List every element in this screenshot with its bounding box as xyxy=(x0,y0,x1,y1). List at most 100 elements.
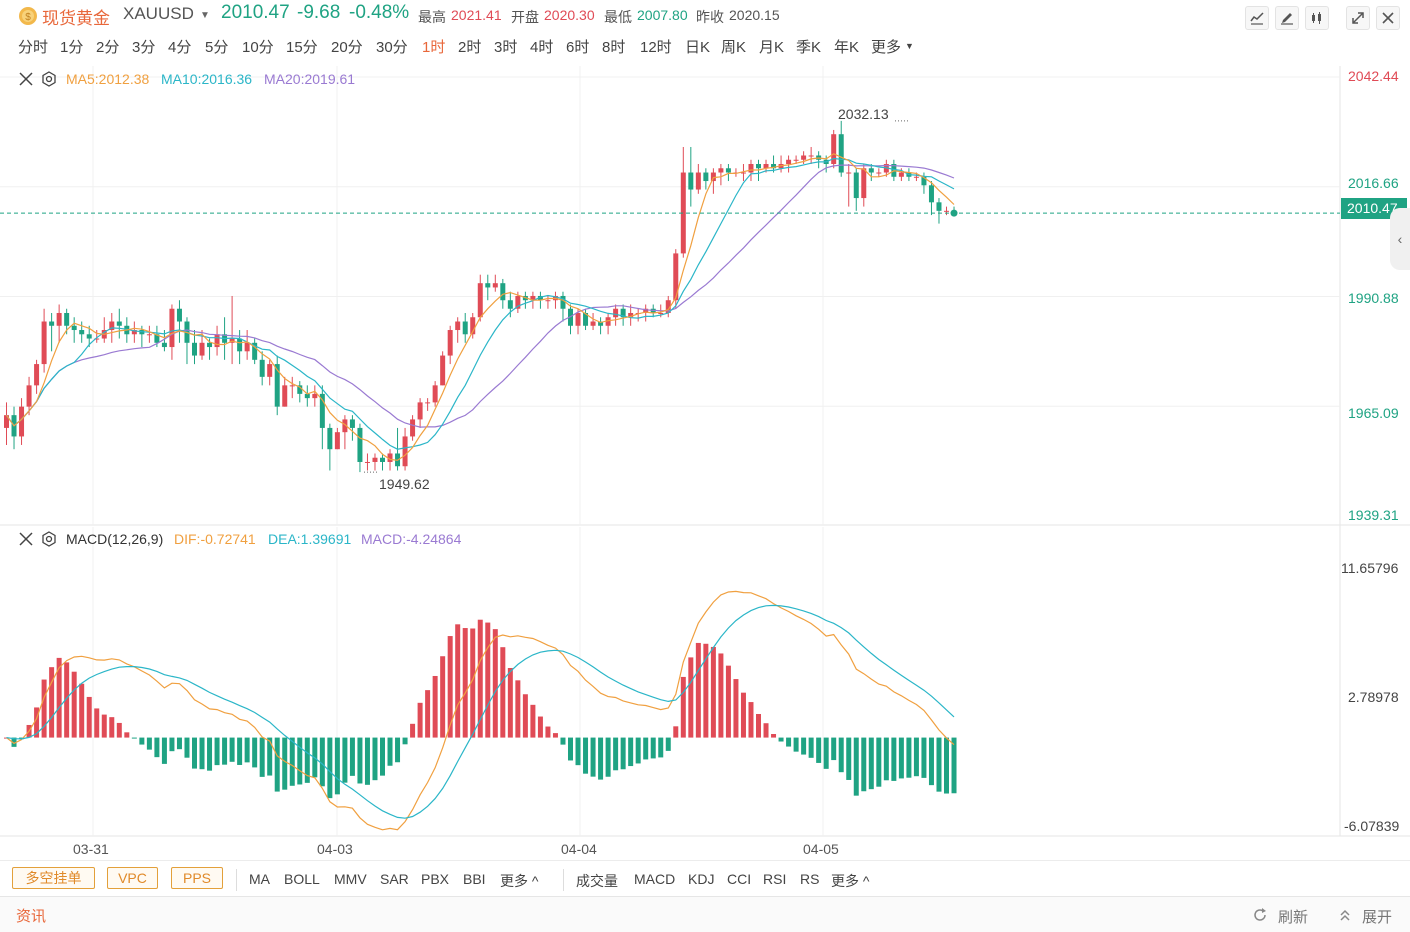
pps-button[interactable]: PPS xyxy=(171,867,223,889)
macd-bar xyxy=(568,737,573,761)
macd-bar xyxy=(883,737,889,781)
gear-icon[interactable] xyxy=(41,531,57,552)
macd-bar xyxy=(447,636,453,738)
instrument-symbol[interactable]: XAUUSD xyxy=(123,4,194,24)
candle xyxy=(575,312,581,326)
period-tab[interactable]: 5分 xyxy=(205,36,228,57)
sub-indicator-tab[interactable]: RSI xyxy=(763,871,786,887)
candle xyxy=(192,342,197,356)
candle xyxy=(26,385,32,407)
gear-icon[interactable] xyxy=(41,71,57,92)
period-tab[interactable]: 10分 xyxy=(242,36,274,57)
news-tab[interactable]: 资讯 xyxy=(16,905,46,926)
instrument-title[interactable]: 现货黄金 xyxy=(42,4,110,29)
macd-bar xyxy=(492,629,498,738)
macd-bar xyxy=(665,737,671,751)
macd-bar xyxy=(598,737,604,780)
candle xyxy=(79,330,85,335)
candle xyxy=(282,385,288,407)
main-indicator-tab[interactable]: 更多 ^ xyxy=(500,871,538,891)
period-tab[interactable]: 3分 xyxy=(132,36,155,57)
macd-legend-name: MACD(12,26,9) xyxy=(66,531,164,547)
long-short-orders-button[interactable]: 多空挂单 xyxy=(12,867,95,889)
candle xyxy=(913,176,919,178)
main-indicator-tab[interactable]: PBX xyxy=(421,871,449,887)
candle xyxy=(590,321,596,326)
period-tab[interactable]: 更多 xyxy=(871,36,901,57)
macd-bar xyxy=(853,737,859,796)
expand-icon[interactable] xyxy=(1346,6,1370,30)
period-tab[interactable]: 2时 xyxy=(458,36,481,57)
period-tab[interactable]: 3时 xyxy=(494,36,517,57)
sub-indicator-tab[interactable]: CCI xyxy=(727,871,751,887)
macd-bar xyxy=(643,737,649,760)
sub-indicator-tab[interactable]: KDJ xyxy=(688,871,714,887)
candle xyxy=(327,427,333,450)
period-tab[interactable]: 4分 xyxy=(168,36,191,57)
sub-indicator-tab[interactable]: 更多 ^ xyxy=(831,871,869,891)
close-icon[interactable] xyxy=(18,531,34,552)
period-tab[interactable]: 月K xyxy=(759,36,784,57)
vpc-button[interactable]: VPC xyxy=(107,867,158,889)
period-tab[interactable]: 周K xyxy=(721,36,746,57)
candle xyxy=(793,159,799,161)
last-price: 2010.47 xyxy=(221,2,290,23)
close-icon[interactable] xyxy=(1376,6,1400,30)
period-tab[interactable]: 年K xyxy=(834,36,859,57)
sub-indicator-tab[interactable]: 成交量 xyxy=(576,871,618,891)
period-tab[interactable]: 6时 xyxy=(566,36,589,57)
refresh-button[interactable]: 刷新 xyxy=(1278,906,1308,927)
main-indicator-tab[interactable]: BOLL xyxy=(284,871,320,887)
candlestick-icon[interactable] xyxy=(1305,6,1329,30)
candle xyxy=(500,283,506,301)
candle xyxy=(417,402,423,420)
period-tab[interactable]: 季K xyxy=(796,36,821,57)
macd-bar xyxy=(101,714,107,738)
macd-bar xyxy=(274,737,280,792)
period-tab[interactable]: 8时 xyxy=(602,36,625,57)
macd-bar xyxy=(823,737,829,769)
sub-indicator-tab[interactable]: RS xyxy=(800,871,819,887)
pencil-icon[interactable] xyxy=(1275,6,1299,30)
macd-bar xyxy=(846,737,852,780)
main-indicator-tab[interactable]: SAR xyxy=(380,871,409,887)
period-tab[interactable]: 30分 xyxy=(376,36,408,57)
period-tab[interactable]: 20分 xyxy=(331,36,363,57)
macd-bar xyxy=(891,737,897,781)
sub-indicator-tab[interactable]: MACD xyxy=(634,871,675,887)
collapse-panel-tab[interactable]: ‹ xyxy=(1390,208,1410,270)
candle xyxy=(876,172,882,174)
macd-bar xyxy=(252,737,258,768)
main-indicator-tab[interactable]: MA xyxy=(249,871,270,887)
period-tab[interactable]: 分时 xyxy=(18,36,48,57)
candle xyxy=(944,210,949,212)
macd-bar xyxy=(838,737,844,773)
macd-bar xyxy=(259,737,265,777)
chart-area[interactable] xyxy=(0,66,1410,860)
period-tab[interactable]: 1分 xyxy=(60,36,83,57)
period-tab[interactable]: 4时 xyxy=(530,36,553,57)
open-value: 2020.30 xyxy=(544,7,595,23)
candle xyxy=(372,457,378,462)
period-tab[interactable]: 1时 xyxy=(422,36,445,57)
period-tab[interactable]: 日K xyxy=(685,36,710,57)
line-chart-icon[interactable] xyxy=(1245,6,1269,30)
candle xyxy=(786,159,792,165)
macd-bar xyxy=(613,737,619,771)
close-icon[interactable] xyxy=(18,71,34,92)
main-indicator-tab[interactable]: MMV xyxy=(334,871,367,887)
refresh-icon[interactable] xyxy=(1252,907,1268,928)
period-tab[interactable]: 2分 xyxy=(96,36,119,57)
double-chevron-up-icon[interactable] xyxy=(1338,908,1352,927)
chevron-down-icon[interactable]: ▼ xyxy=(200,10,210,21)
macd-bar xyxy=(710,646,716,738)
chevron-down-icon[interactable]: ▼ xyxy=(905,41,914,51)
main-indicator-tab[interactable]: BBI xyxy=(463,871,486,887)
macd-bar xyxy=(41,679,47,738)
period-tab[interactable]: 12时 xyxy=(640,36,672,57)
period-tab[interactable]: 15分 xyxy=(286,36,318,57)
candle xyxy=(936,202,942,211)
macd-bar xyxy=(552,733,558,738)
low-value: 2007.80 xyxy=(637,7,688,23)
expand-button[interactable]: 展开 xyxy=(1362,906,1392,927)
